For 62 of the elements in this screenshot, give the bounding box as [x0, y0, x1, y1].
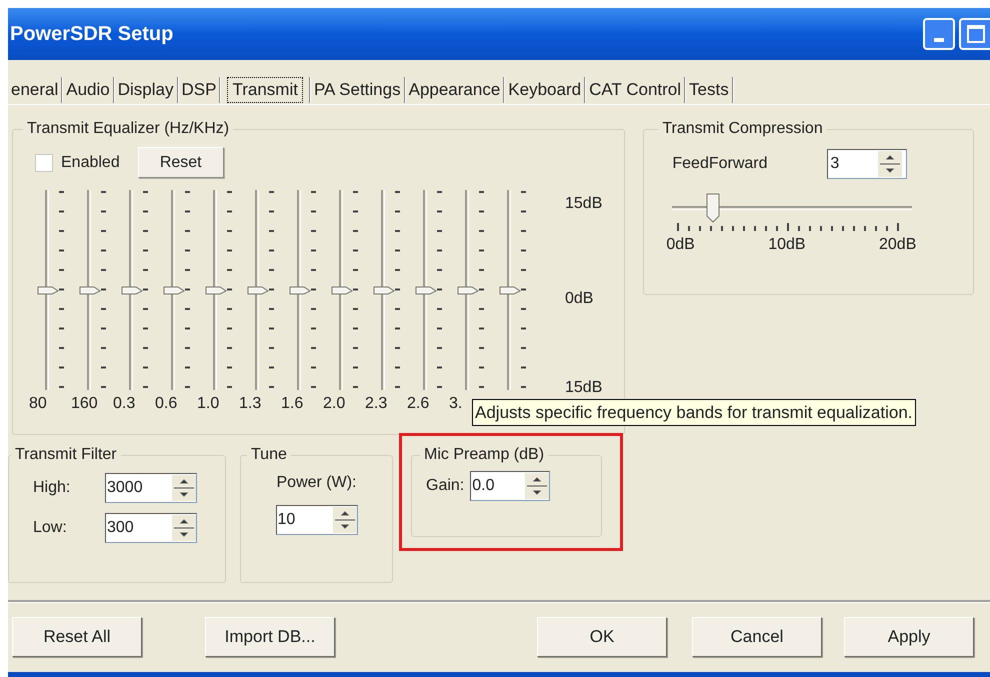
slider-thumb[interactable] — [163, 285, 185, 295]
tab[interactable]: Tests — [686, 76, 732, 102]
scale-label: 0dB — [666, 235, 695, 255]
slider-thumb[interactable] — [205, 285, 227, 295]
slider-thumb[interactable] — [37, 285, 59, 295]
spin-arrows-icon[interactable] — [332, 507, 356, 533]
scale-label: 15dB — [565, 194, 602, 214]
number-field[interactable]: 300 — [105, 513, 197, 543]
slider-thumb[interactable] — [79, 285, 101, 295]
minimize-button[interactable] — [923, 18, 955, 50]
field-label: Gain: — [426, 476, 464, 496]
group-title: Transmit Filter — [14, 445, 118, 465]
spin-arrows-icon[interactable] — [525, 473, 550, 499]
scale-label: 10dB — [768, 235, 806, 255]
checkbox[interactable] — [35, 154, 53, 172]
number-field[interactable]: 3000 — [105, 473, 197, 503]
dialog-button[interactable]: Reset All — [12, 617, 142, 657]
slider-thumb[interactable] — [331, 285, 353, 295]
tooltip: Adjusts specific frequency bands for transmit equalization. — [472, 399, 916, 426]
scale-label: 0dB — [565, 288, 594, 308]
scale-label: 20dB — [879, 235, 916, 255]
field-label: High: — [33, 478, 72, 498]
slider-thumb[interactable] — [121, 285, 143, 295]
group-title: Transmit Equalizer (Hz/KHz) — [26, 119, 230, 139]
reset-button[interactable]: Reset — [138, 147, 224, 178]
slider-thumb[interactable] — [247, 285, 269, 295]
field-label: Power (W): — [276, 473, 356, 493]
number-field[interactable]: 3 — [827, 149, 908, 179]
tab[interactable]: Audio — [63, 76, 113, 102]
tab[interactable]: Appearance — [406, 76, 504, 102]
tab[interactable]: eneral — [8, 76, 62, 102]
number-field[interactable]: 10 — [276, 505, 358, 535]
maximize-button[interactable] — [959, 18, 990, 50]
band-label: 3. — [449, 395, 464, 413]
checkbox-label[interactable]: Enabled — [61, 150, 120, 174]
dialog-button[interactable]: Import DB... — [205, 617, 335, 657]
spin-arrows-icon[interactable] — [172, 475, 196, 501]
dialog-button[interactable]: Cancel — [692, 617, 822, 657]
tab[interactable]: Transmit — [227, 76, 303, 102]
dialog-button[interactable]: OK — [537, 617, 667, 657]
field-label: Low: — [33, 518, 68, 538]
group-title: Transmit Compression — [661, 119, 824, 139]
window-title: PowerSDR Setup — [9, 22, 174, 47]
slider-thumb[interactable] — [457, 285, 479, 295]
group-title: Mic Preamp (dB) — [423, 445, 546, 465]
slider-thumb[interactable] — [289, 285, 311, 295]
number-field[interactable]: 0.0 — [470, 471, 550, 501]
dialog-button[interactable]: Apply — [844, 617, 974, 657]
slider-thumb[interactable] — [415, 285, 437, 295]
spin-arrows-icon[interactable] — [172, 515, 196, 541]
scale-label: 15dB — [565, 381, 602, 395]
group-title: Tune — [250, 445, 288, 465]
field-label: FeedForward — [672, 154, 768, 174]
spin-arrows-icon[interactable] — [878, 151, 902, 177]
tab[interactable]: PA Settings — [310, 76, 404, 102]
slider-thumb[interactable] — [706, 193, 720, 223]
slider-thumb[interactable] — [373, 285, 395, 295]
slider-thumb[interactable] — [499, 285, 521, 295]
tab[interactable]: Display — [114, 76, 176, 102]
tab[interactable]: DSP — [178, 76, 220, 102]
tab[interactable]: Keyboard — [505, 76, 584, 102]
tab[interactable]: CAT Control — [586, 76, 684, 102]
